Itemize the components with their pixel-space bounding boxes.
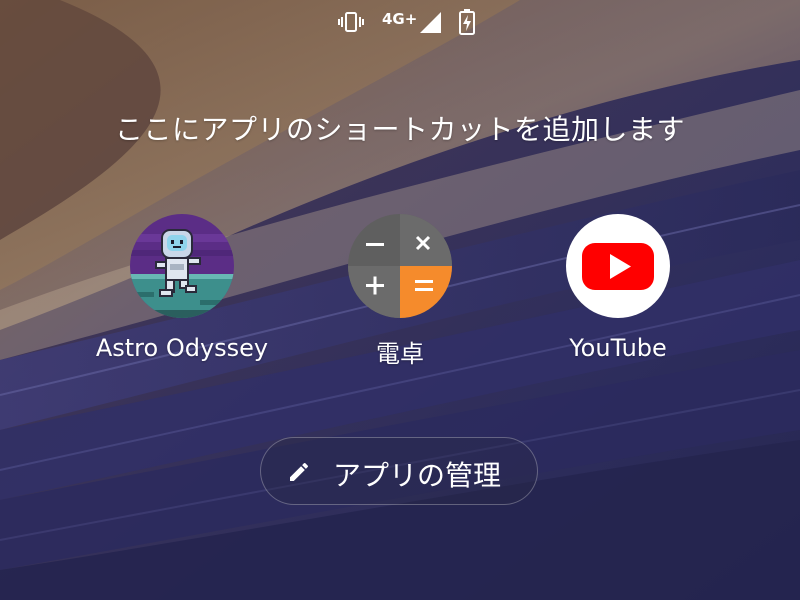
shortcut-astro-odyssey[interactable]: Astro Odyssey bbox=[82, 214, 282, 362]
vibrate-icon bbox=[338, 12, 364, 32]
shortcut-calculator[interactable]: 電卓 bbox=[300, 214, 500, 369]
battery-charging-icon bbox=[459, 9, 475, 35]
home-screen: 4G+ ここにアプリのショートカットを追加します Astro Odyssey 電… bbox=[0, 0, 800, 600]
network-type-label: 4G+ bbox=[382, 10, 418, 28]
calculator-icon[interactable] bbox=[348, 214, 452, 318]
add-shortcuts-heading: ここにアプリのショートカットを追加します bbox=[114, 113, 685, 146]
pencil-icon bbox=[290, 462, 309, 481]
shortcut-youtube[interactable]: YouTube bbox=[518, 214, 718, 362]
cellular-signal-icon bbox=[420, 12, 441, 33]
astronaut-game-icon[interactable] bbox=[130, 214, 234, 318]
shortcut-label: YouTube bbox=[569, 334, 667, 362]
status-bar: 4G+ bbox=[0, 8, 800, 36]
manage-apps-label: アプリの管理 bbox=[333, 459, 502, 492]
manage-apps-button[interactable]: アプリの管理 bbox=[260, 437, 538, 505]
youtube-icon[interactable] bbox=[566, 214, 670, 318]
shortcut-label: 電卓 bbox=[376, 340, 424, 368]
shortcut-label: Astro Odyssey bbox=[95, 334, 269, 362]
